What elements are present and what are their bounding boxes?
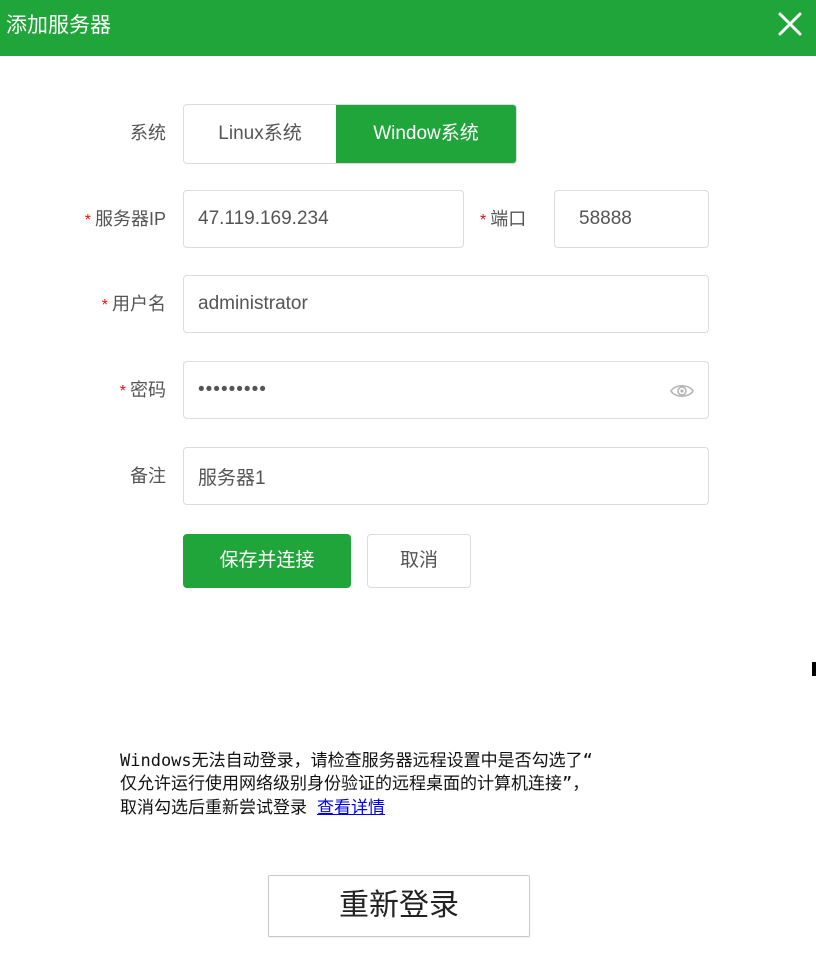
cancel-button[interactable]: 取消 xyxy=(367,534,471,588)
password-label: * 密码 xyxy=(119,380,166,400)
username-field xyxy=(183,275,709,333)
required-mark: * xyxy=(480,212,487,229)
notice-line: Windows无法自动登录，请检查服务器远程设置中是否勾选了“ xyxy=(120,751,593,771)
system-label: 系统 xyxy=(130,123,166,143)
username-input[interactable] xyxy=(184,276,708,332)
remark-label: 备注 xyxy=(130,466,166,486)
remark-field xyxy=(183,447,709,505)
port-field xyxy=(554,190,709,248)
save-and-connect-button[interactable]: 保存并连接 xyxy=(183,534,351,588)
eye-icon[interactable] xyxy=(670,380,694,402)
port-label: * 端口 xyxy=(480,209,527,229)
system-option-window[interactable]: Window系统 xyxy=(336,105,516,163)
system-toggle: Linux系统 Window系统 xyxy=(183,104,517,164)
required-mark: * xyxy=(84,212,91,229)
relogin-button[interactable]: 重新登录 xyxy=(268,875,530,937)
password-field xyxy=(183,361,709,419)
close-button[interactable] xyxy=(776,10,804,38)
remark-input[interactable] xyxy=(184,448,708,504)
text-cursor xyxy=(812,662,816,676)
close-icon xyxy=(778,12,802,36)
login-notice: Windows无法自动登录，请检查服务器远程设置中是否勾选了“ 仅允许运行使用网… xyxy=(120,750,760,820)
password-input[interactable] xyxy=(184,362,656,418)
server-ip-field xyxy=(183,190,464,248)
view-details-link[interactable]: 查看详情 xyxy=(317,798,385,817)
username-label: * 用户名 xyxy=(101,294,166,314)
notice-line: 取消勾选后重新尝试登录 查看详情 xyxy=(120,798,385,818)
server-ip-label: * 服务器IP xyxy=(84,209,166,229)
system-option-linux[interactable]: Linux系统 xyxy=(184,105,336,163)
notice-line: 仅允许运行使用网络级别身份验证的远程桌面的计算机连接”， xyxy=(120,774,590,794)
port-input[interactable] xyxy=(555,191,708,247)
required-mark: * xyxy=(101,297,108,314)
server-ip-input[interactable] xyxy=(184,191,463,247)
dialog-title: 添加服务器 xyxy=(6,14,111,37)
dialog-titlebar: 添加服务器 xyxy=(0,0,816,56)
required-mark: * xyxy=(119,383,126,400)
